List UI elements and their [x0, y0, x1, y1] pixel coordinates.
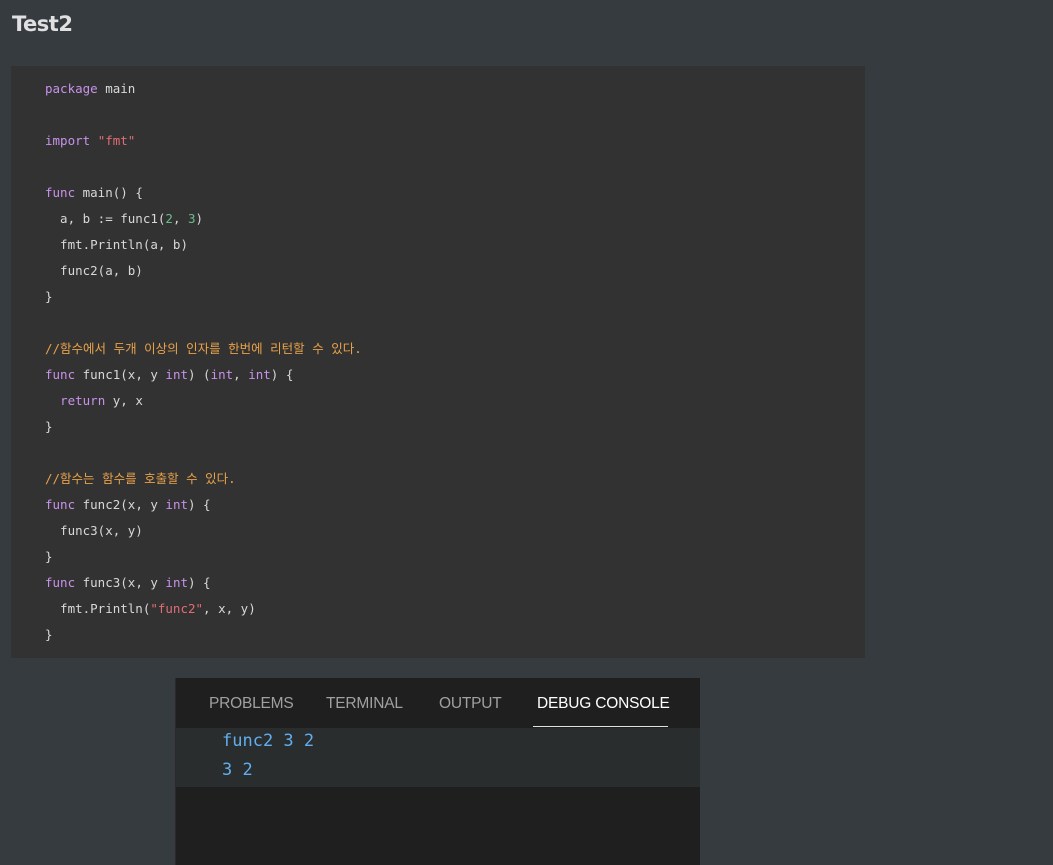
code-token-keyword: func	[45, 367, 76, 382]
code-line: //함수는 함수를 호출할 수 있다.	[45, 466, 865, 492]
code-token-plain: main	[97, 81, 136, 96]
code-token-keyword: func	[45, 497, 76, 512]
code-line: import "fmt"	[45, 128, 865, 154]
code-line: func func1(x, y int) (int, int) {	[45, 362, 865, 388]
code-token-plain: y, x	[105, 393, 143, 408]
code-token-plain: main() {	[75, 185, 143, 200]
code-token-comment: //함수는 함수를 호출할 수 있다.	[45, 471, 236, 486]
code-token-plain: func3(x, y	[75, 575, 166, 590]
code-token-plain: }	[45, 627, 53, 642]
code-token-keyword: func	[45, 575, 76, 590]
code-line: }	[45, 544, 865, 570]
code-token-plain: }	[45, 289, 53, 304]
code-token-plain: ) {	[188, 575, 211, 590]
code-line: func2(a, b)	[45, 258, 865, 284]
code-token-plain: func2(x, y	[75, 497, 166, 512]
code-token-plain: a, b := func1(	[45, 211, 166, 226]
console-line: 3 2	[222, 760, 253, 780]
tab-problems[interactable]: PROBLEMS	[209, 695, 294, 713]
code-token-keyword: return	[60, 393, 106, 408]
code-token-keyword: func	[45, 185, 76, 200]
tab-output[interactable]: OUTPUT	[439, 695, 502, 713]
code-line: fmt.Println(a, b)	[45, 232, 865, 258]
code-line: a, b := func1(2, 3)	[45, 206, 865, 232]
code-token-keyword: int	[165, 367, 188, 382]
code-line: }	[45, 284, 865, 310]
code-token-plain: ,	[172, 211, 189, 226]
code-token-plain: }	[45, 549, 53, 564]
code-token-plain: fmt.Println(	[45, 601, 151, 616]
code-token-string: "fmt"	[97, 133, 136, 148]
active-tab-indicator	[533, 726, 668, 727]
page-title: Test2	[12, 12, 73, 36]
code-token-keyword: int	[210, 367, 234, 382]
code-token-plain: ,	[233, 367, 249, 382]
code-line: }	[45, 414, 865, 440]
code-token-number: 2	[165, 211, 173, 226]
tab-debug-console[interactable]: DEBUG CONSOLE	[537, 695, 670, 713]
code-token-comment: //함수에서 두개 이상의 인자를 한번에 리턴할 수 있다.	[45, 341, 362, 356]
panel-tab-bar: PROBLEMS TERMINAL OUTPUT DEBUG CONSOLE	[176, 678, 700, 728]
code-token-plain: , x, y)	[203, 601, 256, 616]
code-line: }	[45, 622, 865, 648]
code-line: func3(x, y)	[45, 518, 865, 544]
code-line: fmt.Println("func2", x, y)	[45, 596, 865, 622]
code-token-keyword: import	[45, 133, 91, 148]
code-line: func func2(x, y int) {	[45, 492, 865, 518]
code-token-number: 3	[188, 211, 196, 226]
code-token-keyword: int	[165, 575, 188, 590]
code-line: return y, x	[45, 388, 865, 414]
code-token-keyword: package	[45, 81, 98, 96]
code-token-plain: ) {	[270, 367, 294, 382]
code-token-plain: }	[45, 419, 53, 434]
tab-terminal[interactable]: TERMINAL	[326, 695, 403, 713]
code-token-plain: ) {	[188, 497, 211, 512]
code-line: //함수에서 두개 이상의 인자를 한번에 리턴할 수 있다.	[45, 336, 865, 362]
code-token-keyword: int	[248, 367, 271, 382]
code-token-keyword: int	[165, 497, 188, 512]
code-token-plain: func2(a, b)	[45, 263, 143, 278]
code-line: func main() {	[45, 180, 865, 206]
code-token-plain: func1(x, y	[75, 367, 166, 382]
debug-console-output[interactable]: func2 3 2 3 2	[176, 728, 700, 787]
code-line: func func3(x, y int) {	[45, 570, 865, 596]
code-token-plain: ) (	[188, 367, 211, 382]
code-block: package main import "fmt" func main() { …	[11, 66, 865, 658]
bottom-panel: PROBLEMS TERMINAL OUTPUT DEBUG CONSOLE f…	[175, 678, 700, 865]
console-line: func2 3 2	[222, 731, 315, 751]
code-line: package main	[45, 76, 865, 102]
code-token-plain: )	[195, 211, 204, 226]
page: Test2 package main import "fmt" func mai…	[0, 0, 1053, 865]
code-token-string: "func2"	[150, 601, 204, 616]
code-token-plain: func3(x, y)	[45, 523, 143, 538]
code-token-plain: fmt.Println(a, b)	[45, 237, 188, 252]
